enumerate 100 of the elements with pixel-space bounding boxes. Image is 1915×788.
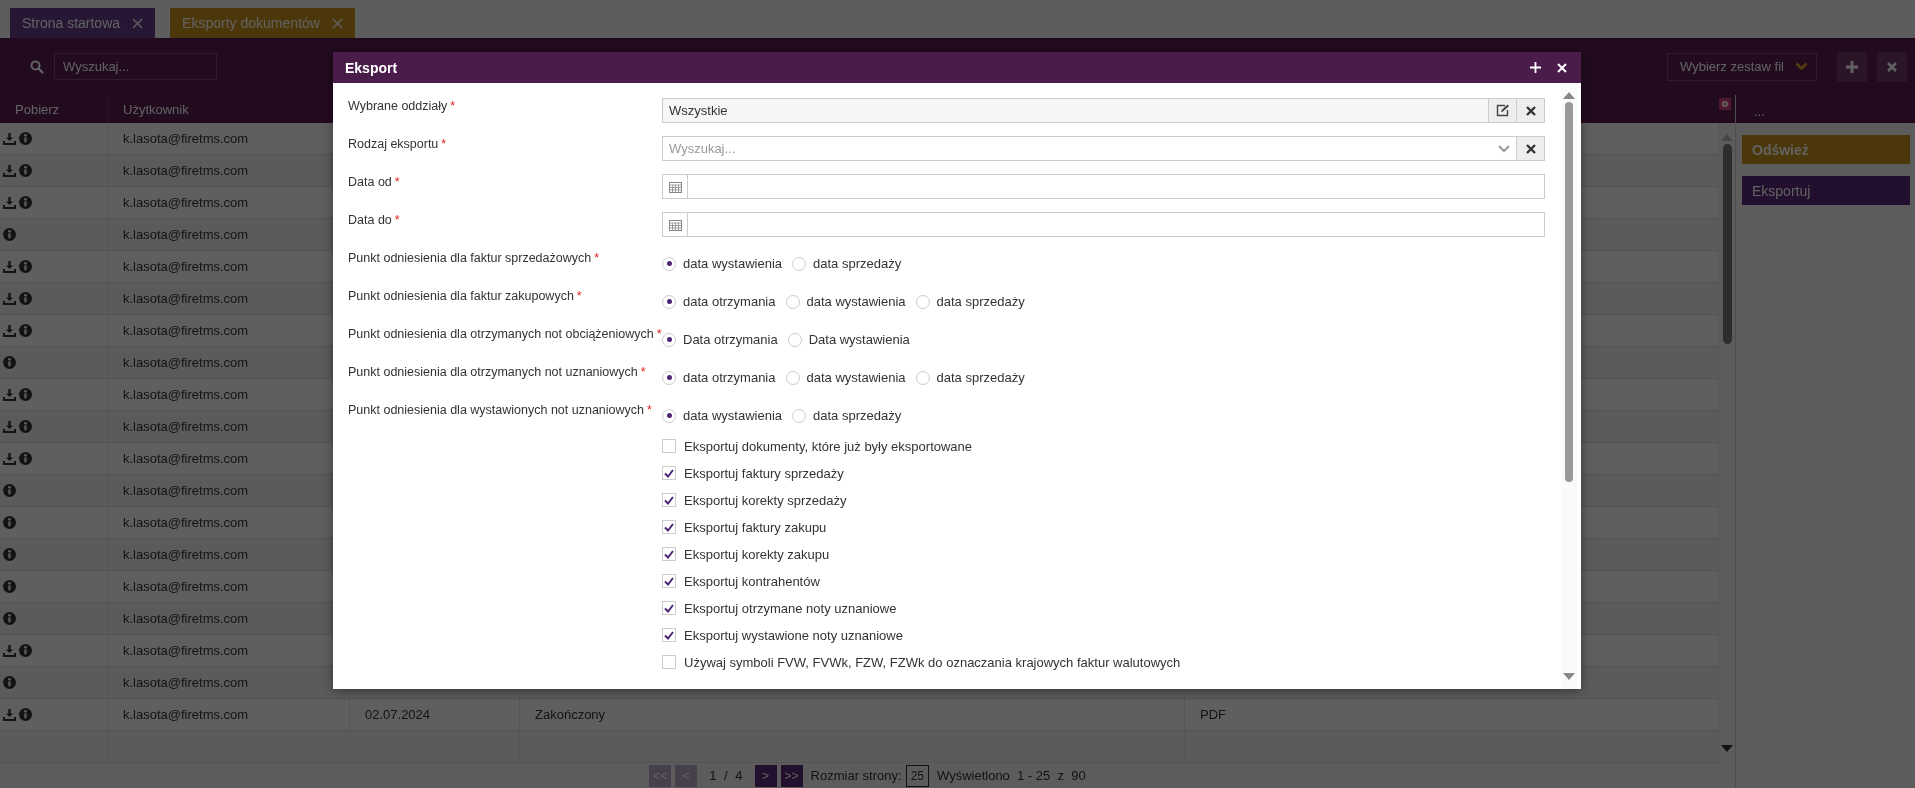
- download-icon[interactable]: [3, 196, 16, 209]
- radio-option[interactable]: Data otrzymania: [662, 332, 778, 347]
- checkmark-icon: [664, 522, 674, 532]
- info-icon[interactable]: [3, 484, 16, 497]
- field-label: Data do *: [348, 212, 401, 229]
- download-icon[interactable]: [3, 452, 16, 465]
- table-cell: Zakończony: [535, 707, 606, 722]
- clear-button[interactable]: [1517, 98, 1545, 123]
- scroll-down-icon[interactable]: [1721, 745, 1733, 753]
- field-label: Punkt odniesienia dla otrzymanych not obciążeniowych *: [348, 326, 662, 343]
- chevron-down-icon: [1795, 62, 1808, 71]
- search-icon: [30, 59, 44, 74]
- checkmark-icon: [664, 495, 674, 505]
- download-icon[interactable]: [3, 292, 16, 305]
- plus-icon: [1846, 60, 1858, 73]
- info-icon[interactable]: [3, 580, 16, 593]
- table-cell: 02.07.2024: [365, 707, 431, 722]
- info-icon[interactable]: [3, 516, 16, 529]
- info-icon[interactable]: [3, 548, 16, 561]
- radio-option[interactable]: data wystawienia: [785, 370, 906, 385]
- search-field[interactable]: Wyszukaj...: [54, 53, 217, 80]
- info-icon[interactable]: [3, 612, 16, 625]
- table-cell: k.lasota@firetms.com: [108, 699, 350, 730]
- page-size-label: Rozmiar strony:: [810, 768, 902, 783]
- date-field[interactable]: [662, 212, 1545, 237]
- download-icon[interactable]: [3, 260, 16, 273]
- calendar-icon: [668, 218, 682, 231]
- info-icon[interactable]: [19, 132, 32, 145]
- checkbox-option[interactable]: Eksportuj dokumenty, które już były eksportowane: [662, 436, 1545, 456]
- radio-option[interactable]: data sprzedaży: [792, 408, 902, 423]
- close-icon: [1887, 61, 1897, 72]
- field-label: Wybrane oddziały *: [348, 98, 457, 115]
- clear-button[interactable]: [1517, 136, 1545, 161]
- info-icon[interactable]: [19, 260, 32, 273]
- download-icon[interactable]: [3, 324, 16, 337]
- info-icon[interactable]: [19, 420, 32, 433]
- radio-option[interactable]: data sprzedaży: [915, 370, 1025, 385]
- info-icon[interactable]: [3, 676, 16, 689]
- field-label: Rodzaj eksportu *: [348, 136, 448, 153]
- download-icon[interactable]: [3, 164, 16, 177]
- radio-option[interactable]: data otrzymania: [662, 294, 776, 309]
- download-icon[interactable]: [3, 420, 16, 433]
- checkmark-icon: [664, 576, 674, 586]
- download-icon[interactable]: [3, 644, 16, 657]
- radio-option[interactable]: data wystawienia: [662, 256, 782, 271]
- checkmark-icon: [664, 468, 674, 478]
- scrollbar-thumb[interactable]: [1565, 102, 1573, 482]
- info-icon[interactable]: [3, 228, 16, 241]
- results-count: Wyświetlono 1 - 25 z 90: [937, 768, 1086, 783]
- field-label: Punkt odniesienia dla otrzymanych not uznaniowych *: [348, 364, 647, 381]
- scroll-up-icon[interactable]: [1563, 91, 1575, 99]
- field-label: Punkt odniesienia dla wystawionych not uznaniowych *: [348, 402, 653, 419]
- field-label: Punkt odniesienia dla faktur sprzedażowych *: [348, 250, 601, 267]
- checkbox-option[interactable]: Eksportuj korekty zakupu: [662, 544, 1545, 564]
- info-icon[interactable]: [19, 644, 32, 657]
- checkmark-icon: [664, 549, 674, 559]
- more-label: ...: [1754, 104, 1765, 119]
- info-icon[interactable]: [3, 356, 16, 369]
- close-icon: [1525, 143, 1536, 154]
- radio-option[interactable]: data sprzedaży: [915, 294, 1025, 309]
- checkbox-option[interactable]: Eksportuj otrzymane noty uznaniowe: [662, 598, 1545, 618]
- info-icon[interactable]: [19, 324, 32, 337]
- checkmark-icon: [664, 630, 674, 640]
- info-icon[interactable]: [19, 164, 32, 177]
- edit-button[interactable]: [1489, 98, 1517, 123]
- date-field[interactable]: [662, 174, 1545, 199]
- field-label: Punkt odniesienia dla faktur zakupowych *: [348, 288, 583, 305]
- radio-option[interactable]: Data wystawienia: [787, 332, 910, 347]
- info-icon[interactable]: [19, 708, 32, 721]
- checkbox-option[interactable]: Eksportuj wystawione noty uznaniowe: [662, 625, 1545, 645]
- checkbox-option[interactable]: Eksportuj kontrahentów: [662, 571, 1545, 591]
- radio-option[interactable]: data wystawienia: [662, 408, 782, 423]
- info-icon[interactable]: [19, 292, 32, 305]
- chevron-down-icon: [1498, 144, 1510, 153]
- download-icon[interactable]: [3, 132, 16, 145]
- radio-option[interactable]: data wystawienia: [785, 294, 906, 309]
- download-icon[interactable]: [3, 708, 16, 721]
- scroll-down-icon[interactable]: [1563, 673, 1575, 681]
- plus-icon[interactable]: [1530, 62, 1541, 73]
- scrollbar-thumb[interactable]: [1722, 144, 1732, 344]
- close-icon[interactable]: [1557, 62, 1567, 73]
- branches-field[interactable]: Wszystkie: [662, 98, 1489, 123]
- checkbox-option[interactable]: Eksportuj faktury sprzedaży: [662, 463, 1545, 483]
- field-label: Data od *: [348, 174, 401, 191]
- checkbox-option[interactable]: Eksportuj korekty sprzedaży: [662, 490, 1545, 510]
- radio-option[interactable]: data otrzymania: [662, 370, 776, 385]
- info-icon[interactable]: [19, 388, 32, 401]
- table-cell: PDF: [1200, 707, 1226, 722]
- settings-icon[interactable]: [1719, 98, 1731, 110]
- close-icon: [1525, 105, 1536, 116]
- checkbox-option[interactable]: Używaj symboli FVW, FVWk, FZW, FZWk do oznaczania krajowych faktur walutowych: [662, 652, 1545, 672]
- dialog-title: Eksport: [345, 59, 398, 76]
- checkmark-icon: [664, 603, 674, 613]
- page-indicator: 1 / 4: [709, 768, 743, 783]
- info-icon[interactable]: [19, 196, 32, 209]
- radio-option[interactable]: data sprzedaży: [792, 256, 902, 271]
- checkbox-option[interactable]: Eksportuj faktury zakupu: [662, 517, 1545, 537]
- download-icon[interactable]: [3, 388, 16, 401]
- add-button[interactable]: [1837, 51, 1867, 82]
- info-icon[interactable]: [19, 452, 32, 465]
